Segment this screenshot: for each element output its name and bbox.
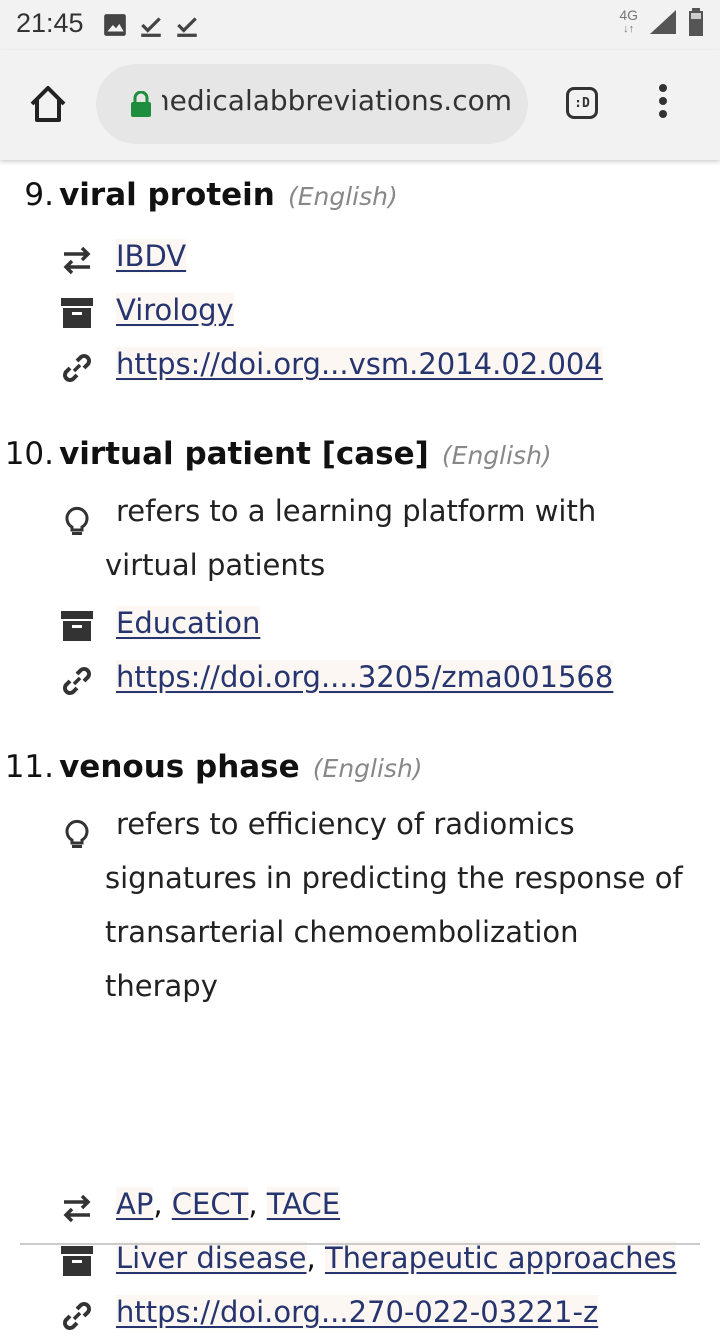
link-icon <box>63 667 91 695</box>
home-icon[interactable] <box>26 82 70 126</box>
entry-term: venous phase <box>59 749 300 785</box>
browser-toolbar: medicalabbreviations.com :D <box>0 50 720 160</box>
source-link[interactable]: https://doi.org...270-022-03221-z <box>116 1295 599 1329</box>
download-done-icon <box>177 17 197 37</box>
abbreviation-link[interactable]: AP <box>116 1187 154 1221</box>
swap-arrows-icon <box>63 246 91 275</box>
category-link[interactable]: Virology <box>116 293 234 327</box>
entry-language: (English) <box>287 182 398 211</box>
url-text[interactable]: medicalabbreviations.com <box>162 84 512 117</box>
abbreviation-link[interactable]: CECT <box>171 1187 249 1221</box>
overflow-menu-icon[interactable] <box>655 84 671 124</box>
source-link[interactable]: https://doi.org...vsm.2014.02.004 <box>116 347 603 381</box>
category-link[interactable]: Liver disease <box>116 1241 307 1275</box>
address-bar[interactable]: medicalabbreviations.com <box>96 64 528 144</box>
description-line: virtual patients <box>105 548 326 582</box>
separator: , <box>306 1241 325 1275</box>
entry-term: viral protein <box>59 177 275 213</box>
battery-icon <box>689 8 703 36</box>
separator: , <box>153 1187 172 1221</box>
entry-number: 9. <box>24 177 54 213</box>
category-link[interactable]: Education <box>116 606 261 640</box>
tab-switcher-icon[interactable]: :D <box>566 87 598 119</box>
separator: , <box>248 1187 267 1221</box>
entry-language: (English) <box>312 754 423 783</box>
divider <box>20 1243 700 1245</box>
description-line: refers to efficiency of radiomics <box>116 807 575 841</box>
description-line: therapy <box>105 969 218 1003</box>
description-line: transarterial chemoembolization <box>105 915 579 949</box>
link-icon <box>63 1302 91 1330</box>
archive-icon <box>61 611 93 641</box>
lock-icon <box>131 91 151 117</box>
category-link[interactable]: Therapeutic approaches <box>324 1241 677 1275</box>
entry-number: 10. <box>4 436 54 472</box>
entry-term: virtual patient [case] <box>59 436 429 472</box>
status-bar: 21:45 4G ↓↑ <box>0 0 720 50</box>
lightbulb-icon <box>65 819 89 848</box>
archive-icon <box>61 298 93 328</box>
link-icon <box>63 354 91 382</box>
source-link[interactable]: https://doi.org....3205/zma001568 <box>116 660 614 694</box>
status-time: 21:45 <box>16 8 84 38</box>
swap-arrows-icon <box>63 1194 91 1223</box>
lightbulb-icon <box>65 506 89 535</box>
image-icon <box>104 14 126 36</box>
archive-icon <box>61 1246 93 1276</box>
entry-number: 11. <box>4 749 54 785</box>
download-done-icon <box>141 17 161 37</box>
signal-icon <box>650 10 676 34</box>
description-line: refers to a learning platform with <box>116 494 597 528</box>
network-type: 4G ↓↑ <box>619 7 638 35</box>
abbreviation-link[interactable]: TACE <box>266 1187 341 1221</box>
entry-language: (English) <box>441 441 552 470</box>
abbreviation-link[interactable]: IBDV <box>116 239 187 273</box>
description-line: signatures in predicting the response of <box>105 861 683 895</box>
